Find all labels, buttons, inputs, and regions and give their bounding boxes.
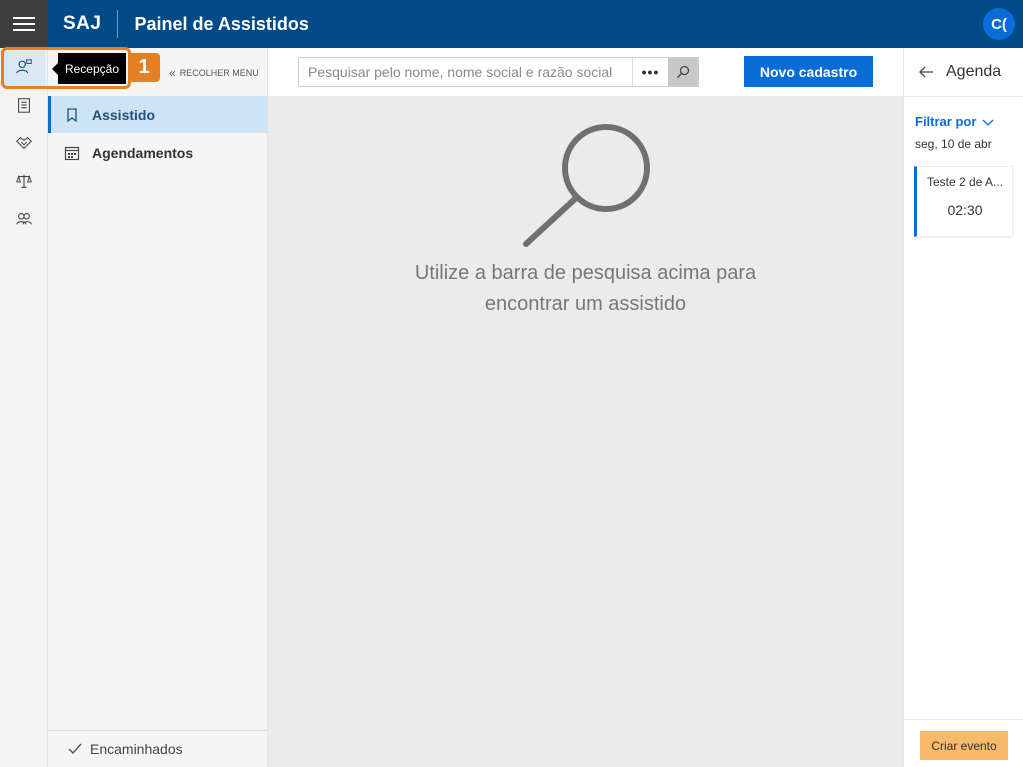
nav-item-agendamentos[interactable]: Agendamentos bbox=[48, 134, 268, 171]
scale-icon bbox=[16, 174, 32, 188]
hamburger-menu-button[interactable] bbox=[0, 0, 48, 48]
page-title: Painel de Assistidos bbox=[134, 13, 309, 34]
rail-item-handshake[interactable] bbox=[0, 124, 48, 162]
empty-state-line-2: encontrar um assistido bbox=[484, 293, 687, 315]
rail-item-clipboard[interactable] bbox=[0, 86, 48, 124]
magnifier-illustration-icon bbox=[523, 124, 650, 247]
agenda-event-card[interactable]: Teste 2 de A... 02:30 bbox=[914, 166, 1013, 237]
agenda-date: seg, 10 de abr bbox=[915, 137, 992, 151]
clipboard-icon bbox=[18, 98, 30, 113]
nav-footer-label: Encaminhados bbox=[90, 741, 183, 757]
empty-state-message: Utilize a barra de pesquisa acima para e… bbox=[268, 258, 903, 320]
collapse-menu-button[interactable]: « RECOLHER MENU bbox=[169, 66, 259, 80]
search-button[interactable] bbox=[668, 58, 698, 86]
bookmark-icon bbox=[67, 107, 77, 122]
checkmark-icon bbox=[68, 743, 82, 755]
search-box: ••• bbox=[298, 57, 699, 87]
rail-tooltip: Recepção bbox=[52, 53, 126, 84]
user-avatar[interactable]: C( bbox=[983, 8, 1015, 40]
brand-logo: SAJ bbox=[63, 13, 102, 34]
agenda-footer: Criar evento bbox=[904, 719, 1023, 767]
agenda-header: Agenda bbox=[904, 48, 1023, 97]
create-event-button[interactable]: Criar evento bbox=[920, 731, 1008, 760]
empty-state-line-1: Utilize a barra de pesquisa acima para bbox=[414, 262, 757, 284]
search-options-button[interactable]: ••• bbox=[632, 58, 668, 86]
double-chevron-left-icon: « bbox=[169, 66, 176, 80]
agenda-panel: Agenda Filtrar por seg, 10 de abr Teste … bbox=[903, 48, 1023, 767]
search-icon bbox=[677, 65, 690, 78]
event-time: 02:30 bbox=[947, 202, 983, 218]
brand-divider bbox=[117, 10, 119, 38]
handshake-icon bbox=[16, 136, 32, 150]
search-toolbar: ••• Novo cadastro bbox=[268, 48, 903, 96]
rail-item-group[interactable] bbox=[0, 200, 48, 238]
search-input[interactable] bbox=[299, 58, 632, 86]
main-content: ••• Novo cadastro Utilize a barra de pes… bbox=[268, 48, 903, 767]
new-registration-button[interactable]: Novo cadastro bbox=[744, 56, 873, 87]
agenda-title: Agenda bbox=[946, 63, 1002, 80]
event-title: Teste 2 de A... bbox=[927, 175, 1004, 189]
collapse-menu-label: RECOLHER MENU bbox=[179, 68, 259, 78]
rail-item-scale[interactable] bbox=[0, 162, 48, 200]
nav-item-encaminhados[interactable]: Encaminhados bbox=[48, 730, 268, 767]
arrow-left-icon[interactable] bbox=[918, 64, 934, 80]
nav-item-label: Agendamentos bbox=[92, 144, 194, 161]
group-icon bbox=[16, 213, 32, 225]
step-badge: 1 bbox=[128, 53, 160, 82]
filter-label: Filtrar por bbox=[915, 114, 977, 129]
nav-item-assistido[interactable]: Assistido bbox=[48, 96, 268, 133]
filter-dropdown[interactable]: Filtrar por bbox=[915, 114, 994, 129]
top-bar: SAJ Painel de Assistidos C( bbox=[0, 0, 1023, 48]
calendar-icon bbox=[64, 146, 80, 160]
nav-item-label: Assistido bbox=[92, 106, 156, 123]
nav-panel: « RECOLHER MENU Assistido Agendamentos E… bbox=[48, 48, 268, 767]
icon-rail bbox=[0, 48, 48, 767]
chevron-down-icon bbox=[982, 119, 994, 126]
